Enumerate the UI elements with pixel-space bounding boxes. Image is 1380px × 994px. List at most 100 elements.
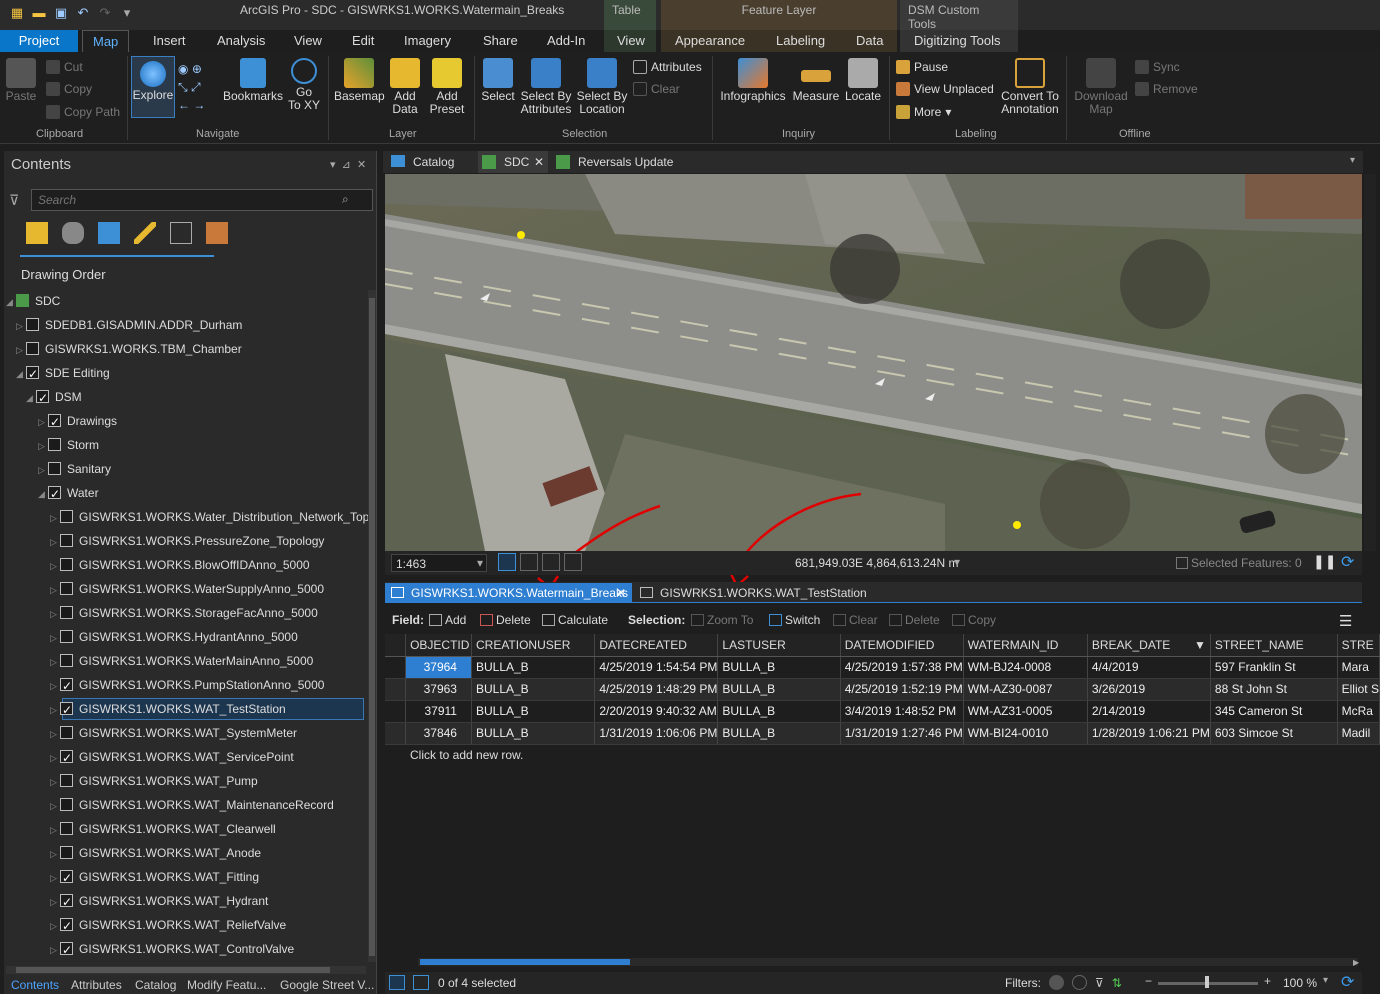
map-view[interactable]: [385, 174, 1362, 551]
next-extent-icon[interactable]: →: [193, 98, 205, 112]
expand-toggle-icon[interactable]: ◢: [38, 483, 48, 505]
zoom-slider-handle[interactable]: [1205, 976, 1209, 988]
zoom-in-icon[interactable]: ⤡: [178, 80, 188, 94]
column-header[interactable]: LASTUSER: [717, 634, 841, 657]
clear-selection-table-button[interactable]: Clear: [833, 613, 878, 627]
expand-toggle-icon[interactable]: ▷: [50, 675, 60, 697]
copy-path-button[interactable]: Copy Path: [46, 105, 120, 119]
layer-visibility-checkbox[interactable]: [60, 747, 73, 769]
infographics-button[interactable]: Infographics: [718, 58, 788, 103]
tab-insert[interactable]: Insert: [143, 30, 196, 52]
close-icon[interactable]: ✕: [616, 583, 626, 603]
layer-tree-item[interactable]: ▷ GISWRKS1.WORKS.StorageFacAnno_5000: [50, 602, 318, 624]
drawing-order-icon[interactable]: [26, 222, 48, 244]
column-header[interactable]: OBJECTID: [405, 634, 472, 657]
coordinate-units-dropdown-icon[interactable]: ▾: [954, 555, 960, 569]
pause-drawing-icon[interactable]: ❚❚: [1313, 553, 1336, 570]
table-cell[interactable]: Elliot S: [1337, 678, 1380, 701]
tab-project[interactable]: Project: [0, 30, 78, 52]
tab-labeling[interactable]: Labeling: [766, 30, 835, 52]
table-cell[interactable]: 37964: [405, 656, 472, 679]
layer-visibility-checkbox[interactable]: [48, 411, 61, 433]
expand-toggle-icon[interactable]: ▷: [38, 435, 48, 457]
table-cell[interactable]: WM-AZ31-0005: [963, 700, 1088, 723]
table-row[interactable]: 37911 BULLA_B 2/20/2019 9:40:32 AM BULLA_B 3…: [385, 700, 1380, 723]
undo-icon[interactable]: ↶: [74, 4, 92, 22]
snapping-view-icon[interactable]: [170, 222, 192, 244]
layer-tree-item[interactable]: ▷ GISWRKS1.WORKS.PressureZone_Topology: [50, 530, 324, 552]
bottom-tab-contents[interactable]: Contents: [11, 978, 59, 992]
search-icon[interactable]: ⌕: [342, 192, 349, 207]
layer-tree-item[interactable]: ◢ DSM: [26, 386, 82, 409]
expand-toggle-icon[interactable]: ▷: [50, 579, 60, 601]
tab-view[interactable]: View: [284, 30, 332, 52]
tab-share[interactable]: Share: [473, 30, 528, 52]
table-cell[interactable]: 4/25/2019 1:54:54 PM: [594, 656, 719, 679]
expand-toggle-icon[interactable]: ▷: [38, 459, 48, 481]
select-button[interactable]: Select: [480, 58, 516, 103]
show-selected-records-icon[interactable]: [413, 975, 429, 990]
feature-point[interactable]: [1013, 521, 1021, 529]
customize-qat-icon[interactable]: ▾: [118, 4, 136, 22]
table-cell[interactable]: BULLA_B: [717, 722, 841, 745]
layer-visibility-checkbox[interactable]: [60, 846, 73, 859]
zoom-in-table-icon[interactable]: +: [1264, 974, 1271, 988]
layer-tree-item[interactable]: ▷ GISWRKS1.WORKS.BlowOffIDAnno_5000: [50, 554, 310, 576]
table-grid-icon[interactable]: [542, 553, 560, 571]
redo-icon[interactable]: ↷: [96, 4, 114, 22]
layer-tree-item[interactable]: ▷ GISWRKS1.WORKS.WAT_MaintenanceRecord: [50, 794, 334, 816]
layer-visibility-checkbox[interactable]: [60, 534, 73, 547]
layer-visibility-checkbox[interactable]: [60, 867, 73, 889]
layer-tree-item[interactable]: ◢ SDE Editing: [16, 362, 110, 385]
table-cell[interactable]: BULLA_B: [717, 678, 841, 701]
show-all-records-icon[interactable]: [389, 975, 405, 990]
add-field-button[interactable]: Add: [429, 613, 466, 627]
layer-tree-item[interactable]: ▷ GISWRKS1.WORKS.WAT_Anode: [50, 842, 261, 864]
layer-tree-item[interactable]: ▷ GISWRKS1.WORKS.WAT_ReliefValve: [50, 914, 286, 937]
layer-tree-item[interactable]: ▷ GISWRKS1.WORKS.WaterMainAnno_5000: [50, 650, 313, 672]
expand-toggle-icon[interactable]: ▷: [16, 339, 26, 361]
delete-selected-button[interactable]: Delete: [889, 613, 940, 627]
layer-tree-item[interactable]: ▷ GISWRKS1.WORKS.WaterSupplyAnno_5000: [50, 578, 324, 600]
expand-toggle-icon[interactable]: ▷: [38, 411, 48, 433]
layer-visibility-checkbox[interactable]: [48, 483, 61, 505]
calculate-field-button[interactable]: Calculate: [542, 613, 608, 627]
table-tab-watermain-breaks[interactable]: GISWRKS1.WORKS.Watermain_Breaks ✕: [385, 583, 632, 603]
table-row[interactable]: 37964 BULLA_B 4/25/2019 1:54:54 PM BULLA_B 4…: [385, 656, 1380, 679]
add-new-row[interactable]: Click to add new row.: [410, 748, 523, 762]
expand-toggle-icon[interactable]: ▷: [50, 723, 60, 745]
table-cell[interactable]: 603 Simcoe St: [1210, 722, 1338, 745]
refresh-icon[interactable]: ⟳: [1341, 552, 1354, 572]
expand-toggle-icon[interactable]: ▷: [50, 555, 60, 577]
layer-visibility-checkbox[interactable]: [26, 363, 39, 385]
expand-toggle-icon[interactable]: ▷: [50, 699, 60, 721]
contents-search-input[interactable]: [31, 189, 373, 211]
table-cell[interactable]: Mara: [1337, 656, 1380, 679]
basemap-button[interactable]: Basemap: [334, 58, 385, 103]
layer-tree-item[interactable]: ▷ GISWRKS1.WORKS.WAT_Hydrant: [50, 890, 268, 913]
expand-toggle-icon[interactable]: ◢: [6, 291, 16, 313]
table-cell[interactable]: 1/31/2019 1:27:46 PM: [840, 722, 964, 745]
layer-visibility-checkbox[interactable]: [60, 558, 73, 571]
scale-dropdown[interactable]: 1:463 ▾: [391, 554, 487, 572]
table-cell[interactable]: 4/4/2019: [1087, 656, 1211, 679]
full-extent-icon[interactable]: ◉: [178, 62, 188, 76]
map-tab-reversals-update[interactable]: Reversals Update: [552, 151, 682, 173]
pane-menu-icon[interactable]: ▾ ⊿ ✕: [330, 158, 366, 171]
table-cell[interactable]: 345 Cameron St: [1210, 700, 1338, 723]
expand-toggle-icon[interactable]: ▷: [50, 603, 60, 625]
table-cell[interactable]: 597 Franklin St: [1210, 656, 1338, 679]
table-cell[interactable]: 4/25/2019 1:57:38 PM: [840, 656, 964, 679]
tab-data[interactable]: Data: [846, 30, 893, 52]
table-cell[interactable]: WM-BJ24-0008: [963, 656, 1088, 679]
row-selector[interactable]: [385, 678, 407, 701]
go-to-xy-button[interactable]: Go To XY: [286, 58, 322, 112]
table-cell[interactable]: McRa: [1337, 700, 1380, 723]
column-header[interactable]: DATEMODIFIED: [840, 634, 964, 657]
previous-extent-icon[interactable]: ←: [178, 98, 190, 112]
select-by-location-button[interactable]: Select By Location: [576, 58, 628, 116]
measure-button[interactable]: Measure: [792, 58, 840, 103]
sort-arrows-icon[interactable]: ⇅: [1112, 976, 1122, 990]
zoom-dropdown-icon[interactable]: ▾: [1323, 975, 1328, 986]
expand-toggle-icon[interactable]: ▷: [50, 891, 60, 913]
